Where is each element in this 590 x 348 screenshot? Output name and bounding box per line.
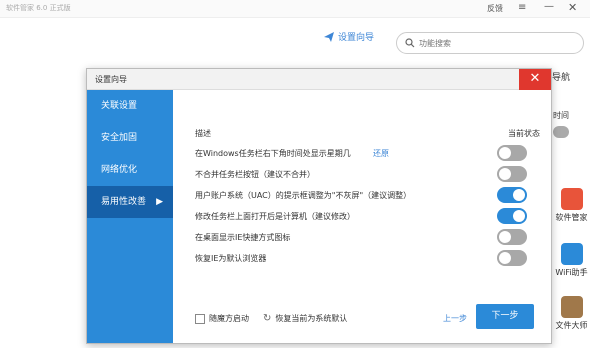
software-manager-icon: [560, 188, 583, 210]
paper-plane-icon: [324, 31, 334, 42]
option-label: 在桌面显示IE快捷方式图标: [195, 233, 291, 242]
minimize-icon[interactable]: —: [544, 1, 554, 12]
nav-item-usability[interactable]: 易用性改善 ▶: [87, 186, 173, 218]
option-label: 恢复IE为默认浏览器: [195, 254, 267, 263]
dialog-titlebar: 设置向导 ✕: [87, 69, 551, 90]
option-toggle[interactable]: [497, 250, 527, 266]
nav-item-association[interactable]: 关联设置: [87, 90, 173, 122]
nav-item-network[interactable]: 网络优化: [87, 154, 173, 186]
startup-checkbox[interactable]: [195, 313, 205, 324]
main-titlebar: 软件管家 6.0 正式版 反馈 ≡ — ✕: [0, 0, 590, 18]
next-step-label: 下一步: [491, 311, 519, 321]
option-label: 用户账户系统（UAC）的提示框调整为"不灰屏"（建议调整）: [195, 191, 412, 200]
file-master-icon: [560, 296, 583, 318]
option-toggle[interactable]: [497, 208, 527, 224]
search-input[interactable]: [419, 38, 569, 48]
restore-defaults-button[interactable]: ↻ 恢复当前为系统默认: [263, 313, 347, 324]
app-wifi-assistant[interactable]: WiFi助手: [553, 243, 590, 278]
app-file-master[interactable]: 文件大师: [553, 296, 590, 331]
toggle-knob: [513, 210, 525, 222]
feature-search[interactable]: [396, 32, 584, 54]
nav-item-label: 安全加固: [101, 133, 138, 143]
option-row: 在桌面显示IE快捷方式图标: [195, 229, 547, 247]
dialog-content: 描述 当前状态 在Windows任务栏右下角时间处显示星期几 还原 不合并任务栏…: [173, 90, 551, 343]
wifi-icon: [560, 243, 583, 265]
dialog-close-button[interactable]: ✕: [519, 69, 551, 90]
nav-label: 导航: [552, 73, 571, 83]
option-row: 修改任务栏上面打开后是计算机（建议修改）: [195, 208, 547, 226]
setup-wizard-button[interactable]: 设置向导: [323, 30, 374, 43]
close-icon: ✕: [529, 71, 541, 86]
app-label: 软件管家: [555, 213, 588, 222]
nav-item-security[interactable]: 安全加固: [87, 122, 173, 154]
option-toggle[interactable]: [497, 229, 527, 245]
main-title: 软件管家 6.0 正式版: [6, 4, 71, 12]
option-row: 用户账户系统（UAC）的提示框调整为"不灰屏"（建议调整）: [195, 187, 547, 205]
description-header: 描述: [195, 129, 211, 138]
nav-item-label: 网络优化: [101, 165, 138, 175]
refresh-icon: ↻: [263, 313, 272, 324]
toggle-knob: [499, 252, 511, 264]
previous-step-link[interactable]: 上一步: [443, 313, 467, 324]
restore-link[interactable]: 还原: [373, 148, 389, 159]
state-header: 当前状态: [508, 129, 540, 138]
search-icon: [405, 38, 415, 48]
option-label: 在Windows任务栏右下角时间处显示星期几: [195, 149, 351, 158]
toggle-knob: [499, 168, 511, 180]
next-step-button[interactable]: 下一步: [476, 304, 534, 329]
startup-checkbox-label: 随魔方启动: [209, 314, 249, 323]
nav-item-label: 关联设置: [101, 101, 138, 111]
setup-wizard-dialog: 设置向导 ✕ 关联设置 安全加固 网络优化 易用性改善 ▶ 描述 当前状态 在W…: [86, 68, 552, 344]
app-label: 文件大师: [555, 321, 588, 330]
option-row: 在Windows任务栏右下角时间处显示星期几 还原: [195, 145, 547, 163]
option-toggle[interactable]: [497, 166, 527, 182]
time-toggle[interactable]: [553, 126, 569, 138]
close-icon[interactable]: ✕: [568, 1, 577, 14]
time-label: 时间: [553, 111, 569, 120]
option-label: 不合并任务栏按钮（建议不合并）: [195, 170, 315, 179]
toggle-knob: [499, 231, 511, 243]
menu-icon[interactable]: ≡: [518, 2, 526, 13]
option-row: 恢复IE为默认浏览器: [195, 250, 547, 268]
dialog-title: 设置向导: [95, 75, 127, 84]
startup-checkbox-group[interactable]: 随魔方启动: [195, 313, 249, 324]
option-toggle[interactable]: [497, 145, 527, 161]
app-label: WiFi助手: [555, 268, 588, 277]
option-toggle[interactable]: [497, 187, 527, 203]
arrow-right-icon: ▶: [156, 197, 163, 207]
toggle-knob: [513, 189, 525, 201]
option-row: 不合并任务栏按钮（建议不合并）: [195, 166, 547, 184]
feedback-link[interactable]: 反馈: [487, 3, 503, 14]
restore-defaults-label: 恢复当前为系统默认: [275, 314, 348, 323]
app-software-manager[interactable]: 软件管家: [553, 188, 590, 223]
toggle-knob: [499, 147, 511, 159]
dialog-sidebar: 关联设置 安全加固 网络优化 易用性改善 ▶: [87, 90, 173, 343]
setup-wizard-label: 设置向导: [338, 33, 375, 43]
nav-item-label: 易用性改善: [101, 197, 147, 207]
option-label: 修改任务栏上面打开后是计算机（建议修改）: [195, 212, 355, 221]
